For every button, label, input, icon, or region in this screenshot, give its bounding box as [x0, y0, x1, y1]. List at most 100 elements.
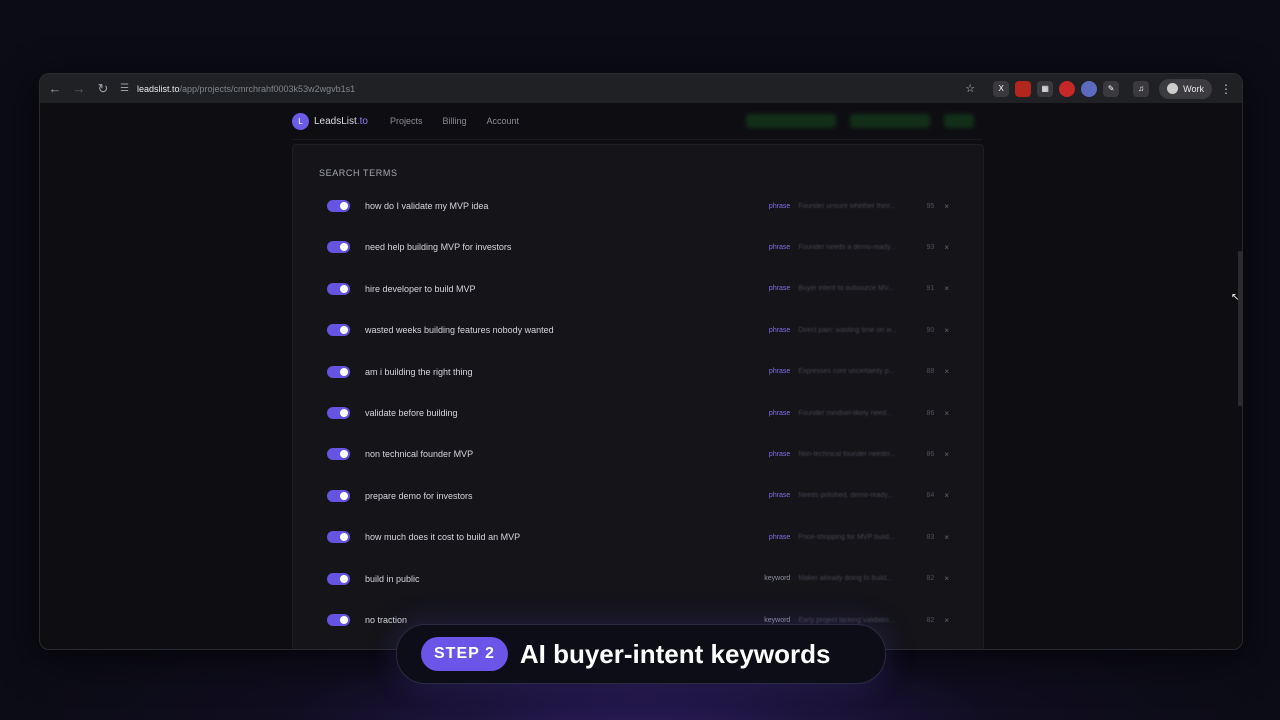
- header-actions: [746, 114, 974, 128]
- profile-button[interactable]: Work: [1159, 78, 1212, 99]
- brand-name[interactable]: LeadsList.to: [314, 116, 368, 127]
- term-text: how do I validate my MVP idea: [365, 201, 489, 211]
- site-info-icon[interactable]: ☰: [120, 83, 129, 94]
- delete-icon[interactable]: ×: [944, 243, 949, 252]
- term-score: 90: [926, 326, 935, 334]
- header-action-button[interactable]: [850, 114, 930, 128]
- term-toggle[interactable]: [327, 324, 350, 337]
- search-term-row: wasted weeks building features nobody wa…: [327, 321, 949, 339]
- delete-icon[interactable]: ×: [944, 367, 949, 376]
- scrollbar[interactable]: [1238, 251, 1242, 406]
- term-text: how much does it cost to build an MVP: [365, 532, 521, 543]
- term-toggle[interactable]: [327, 489, 350, 502]
- search-term-row: validate before building phrase Founder mi…: [327, 404, 949, 422]
- delete-icon[interactable]: ×: [944, 491, 949, 500]
- term-description: Early project lacking validatio...: [798, 616, 895, 624]
- term-text: hire developer to build MVP: [365, 283, 476, 294]
- search-term-row: hire developer to build MVP phrase Buyer i…: [327, 280, 949, 298]
- nav-account[interactable]: Account: [486, 116, 519, 126]
- term-description: Needs polished, demo-ready...: [798, 492, 894, 500]
- address-bar[interactable]: ☰ leadslist.to/app/projects/cmrchrahf000…: [120, 78, 965, 100]
- term-type-badge: phrase: [768, 450, 791, 458]
- mouse-cursor-icon: ↖: [1231, 292, 1240, 303]
- bookmark-star-icon[interactable]: ☆: [965, 82, 975, 95]
- search-term-row: how do I validate my MVP idea phrase Found…: [327, 197, 949, 215]
- step-badge: STEP 2: [421, 637, 508, 671]
- term-score: 93: [926, 243, 935, 251]
- reload-icon[interactable]: ↻: [92, 78, 114, 100]
- search-term-row: am i building the right thing phrase Expre…: [327, 363, 949, 381]
- term-toggle[interactable]: [327, 531, 350, 544]
- term-score: 83: [926, 533, 935, 541]
- term-text: am i building the right thing: [365, 366, 473, 377]
- nav-projects[interactable]: Projects: [390, 116, 423, 126]
- media-controls-icon[interactable]: ♫: [1133, 80, 1150, 97]
- brand-text: LeadsList: [314, 115, 357, 127]
- term-description: Direct pain: wasting time on w...: [798, 326, 897, 334]
- logo-icon[interactable]: L: [292, 112, 309, 130]
- term-description: Expresses core uncertainty p...: [798, 368, 895, 376]
- brand-tld: .to: [356, 115, 368, 127]
- delete-icon[interactable]: ×: [944, 284, 949, 293]
- extension-red-icon[interactable]: [1015, 80, 1032, 97]
- delete-icon[interactable]: ×: [944, 450, 949, 459]
- delete-icon[interactable]: ×: [944, 409, 949, 418]
- term-toggle[interactable]: [327, 200, 350, 212]
- term-type-badge: phrase: [768, 202, 791, 210]
- delete-icon[interactable]: ×: [944, 616, 949, 625]
- extension-cloud-icon[interactable]: [1081, 80, 1098, 97]
- term-score: 84: [926, 492, 935, 500]
- term-score: 82: [926, 616, 935, 624]
- term-type-badge: keyword: [764, 616, 791, 624]
- nav-billing[interactable]: Billing: [442, 116, 466, 126]
- browser-window: ← → ↻ ☰ leadslist.to/app/projects/cmrchr…: [39, 73, 1243, 650]
- term-score: 88: [926, 368, 935, 376]
- search-term-row: how much does it cost to build an MVP phr…: [327, 528, 949, 546]
- extension-x-icon[interactable]: X: [993, 80, 1010, 97]
- step-caption: STEP 2 AI buyer-intent keywords: [396, 624, 886, 684]
- term-text: build in public: [365, 573, 420, 584]
- term-toggle[interactable]: [327, 614, 350, 626]
- search-term-row: non technical founder MVP phrase Non-techn…: [327, 445, 949, 463]
- term-type-badge: phrase: [768, 492, 791, 500]
- term-description: Maker already doing to build...: [798, 575, 893, 583]
- term-score: 86: [926, 450, 935, 458]
- term-score: 82: [926, 575, 935, 583]
- caption-text: AI buyer-intent keywords: [519, 638, 831, 669]
- search-term-row: prepare demo for investors phrase Needs po…: [327, 487, 949, 505]
- extension-image-icon[interactable]: ▦: [1037, 80, 1054, 97]
- extensions-puzzle-icon[interactable]: ✎: [1103, 80, 1120, 97]
- term-toggle[interactable]: [327, 241, 350, 254]
- term-description: Founder unsure whether their...: [798, 202, 896, 210]
- term-toggle[interactable]: [327, 572, 350, 585]
- term-text: need help building MVP for investors: [365, 242, 512, 253]
- panel-title: SEARCH TERMS: [319, 168, 398, 178]
- avatar: [1167, 83, 1179, 94]
- menu-kebab-icon[interactable]: ⋮: [1220, 82, 1232, 96]
- term-type-badge: phrase: [768, 368, 791, 376]
- term-toggle[interactable]: [327, 448, 350, 461]
- term-description: Non-technical founder needin...: [798, 450, 896, 458]
- delete-icon[interactable]: ×: [944, 574, 949, 583]
- delete-icon[interactable]: ×: [944, 326, 949, 335]
- browser-toolbar: ← → ↻ ☰ leadslist.to/app/projects/cmrchr…: [40, 74, 1242, 103]
- delete-icon[interactable]: ×: [944, 202, 949, 211]
- url-host: leadslist.to: [136, 83, 180, 94]
- term-type-badge: phrase: [768, 409, 791, 417]
- term-type-badge: keyword: [764, 575, 791, 583]
- header-action-button[interactable]: [944, 114, 974, 128]
- term-text: prepare demo for investors: [365, 490, 473, 501]
- delete-icon[interactable]: ×: [944, 533, 949, 542]
- url-path: /app/projects/cmrchrahf0003k53w2wgvb1s1: [179, 83, 356, 94]
- back-icon[interactable]: ←: [44, 78, 66, 100]
- search-terms-panel: SEARCH TERMS how do I validate my MVP id…: [292, 144, 984, 649]
- page-viewport: L LeadsList.to Projects Billing Account …: [40, 103, 1242, 649]
- extension-abp-icon[interactable]: [1059, 80, 1076, 97]
- term-toggle[interactable]: [327, 407, 350, 419]
- term-toggle[interactable]: [327, 365, 350, 378]
- header-action-button[interactable]: [746, 114, 836, 128]
- term-description: Price-shopping for MVP build...: [798, 533, 895, 541]
- term-toggle[interactable]: [327, 282, 350, 295]
- forward-icon[interactable]: →: [68, 78, 90, 100]
- term-score: 86: [926, 409, 935, 417]
